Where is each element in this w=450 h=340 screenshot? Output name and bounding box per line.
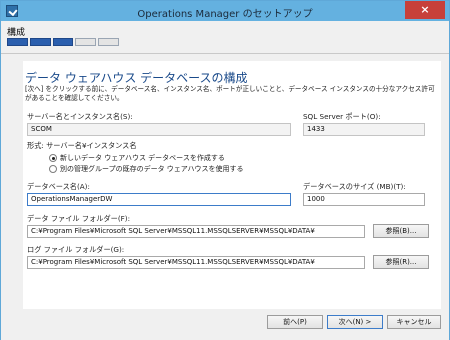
progress-segment	[98, 38, 119, 46]
window-title: Operations Manager のセットアップ	[137, 9, 313, 20]
step-title: 構成	[7, 28, 26, 38]
progress-segment	[7, 38, 28, 46]
log-folder-field[interactable]: C:¥Program Files¥Microsoft SQL Server¥MS…	[27, 256, 365, 269]
data-folder-label: データ ファイル フォルダー(F):	[27, 214, 130, 223]
db-name-field[interactable]: OperationsManagerDW	[27, 193, 291, 206]
wizard-progress	[7, 38, 119, 46]
setup-window: Operations Manager のセットアップ × 構成 データ ウェアハ…	[0, 0, 450, 340]
header-divider	[1, 53, 449, 54]
radio-create-new-label: 新しいデータ ウェアハウス データベースを作成する	[60, 154, 225, 162]
page-description: [次へ] をクリックする前に、データベース名、インスタンス名、ポートが正しいこと…	[25, 85, 435, 102]
page-title: データ ウェアハウス データベースの構成	[25, 71, 248, 85]
radio-use-existing[interactable]: 別の管理グループの既存のデータ ウェアハウスを使用する	[49, 164, 244, 174]
radio-use-existing-label: 別の管理グループの既存のデータ ウェアハウスを使用する	[60, 165, 244, 173]
log-browse-button[interactable]: 参照(R)...	[373, 255, 429, 269]
sql-port-label: SQL Server ポート(O):	[303, 112, 381, 121]
next-button[interactable]: 次へ(N) >	[327, 315, 383, 329]
data-folder-field[interactable]: C:¥Program Files¥Microsoft SQL Server¥MS…	[27, 225, 365, 238]
log-folder-label: ログ ファイル フォルダー(G):	[27, 245, 125, 254]
title-bar[interactable]: Operations Manager のセットアップ ×	[1, 1, 449, 21]
progress-segment	[29, 38, 51, 46]
radio-create-new[interactable]: 新しいデータ ウェアハウス データベースを作成する	[49, 153, 225, 163]
back-button[interactable]: 前へ(P)	[267, 315, 323, 329]
data-browse-button[interactable]: 参照(B)...	[373, 224, 429, 238]
wizard-header: 構成	[1, 21, 449, 61]
content-panel: データ ウェアハウス データベースの構成 [次へ] をクリックする前に、データベ…	[23, 61, 441, 309]
progress-segment	[75, 38, 97, 46]
close-button[interactable]: ×	[405, 1, 445, 19]
db-name-label: データベース名(A):	[27, 182, 90, 191]
radio-selected-icon	[49, 154, 57, 162]
sql-port-field[interactable]: 1433	[303, 123, 425, 136]
progress-segment	[52, 38, 74, 46]
cancel-button[interactable]: キャンセル	[387, 315, 441, 329]
db-size-label: データベースのサイズ (MB)(T):	[303, 182, 406, 191]
format-hint: 形式: サーバー名¥インスタンス名	[27, 141, 137, 150]
server-name-label: サーバー名とインスタンス名(S):	[27, 112, 133, 121]
radio-unselected-icon	[49, 165, 57, 173]
server-name-field[interactable]: SCOM	[27, 123, 291, 136]
wizard-footer: 前へ(P) 次へ(N) > キャンセル	[1, 309, 449, 340]
db-size-field[interactable]: 1000	[303, 193, 425, 206]
